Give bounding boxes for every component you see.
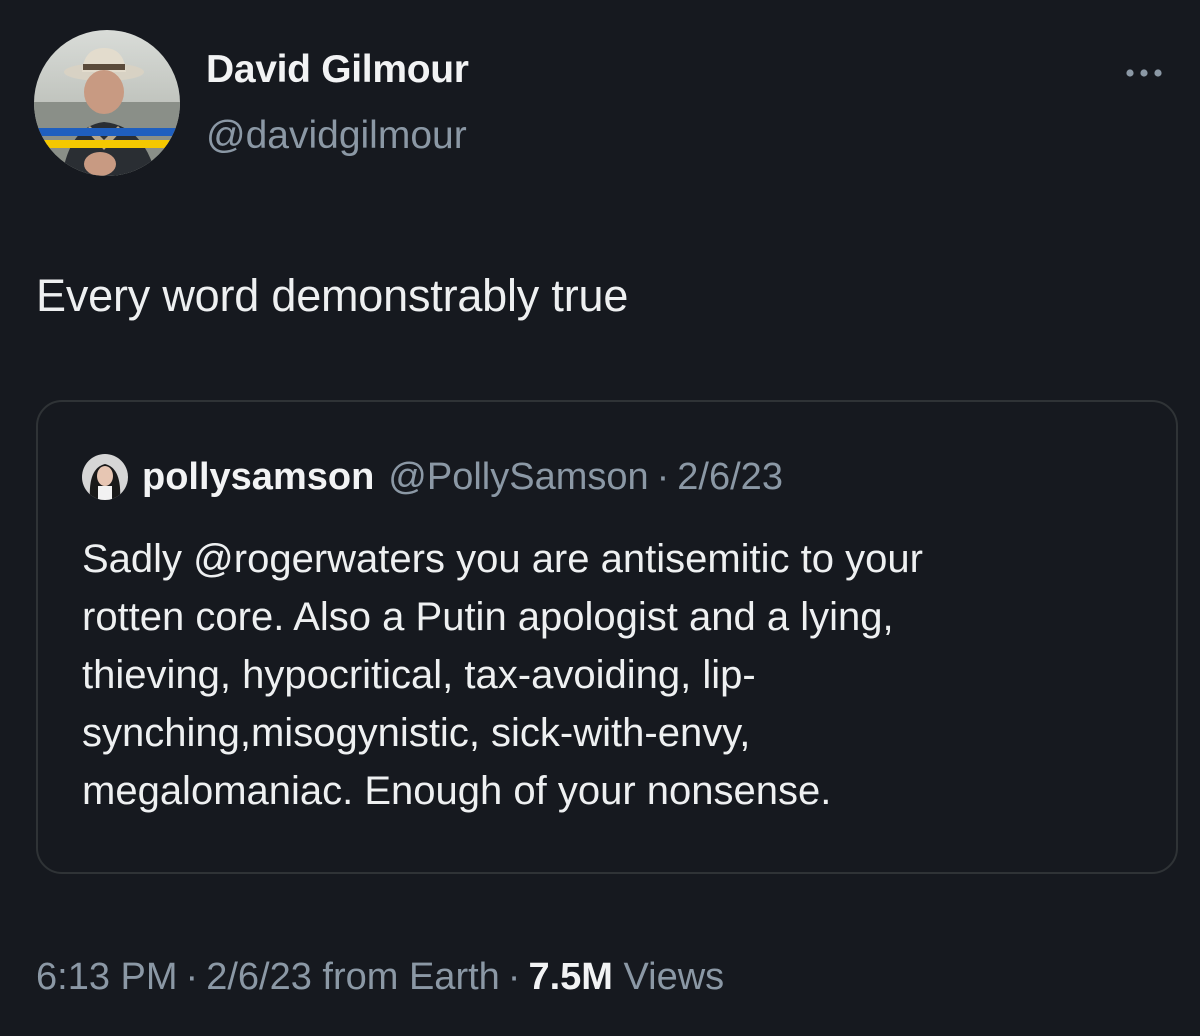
tweet-time[interactable]: 6:13 PM xyxy=(36,956,178,998)
separator-dot: · xyxy=(185,956,199,998)
tweet-meta: 6:13 PM · 2/6/23 from Earth · 7.5M Views xyxy=(36,956,724,999)
quoted-author-handle[interactable]: @PollySamson xyxy=(388,456,648,499)
more-options-button[interactable] xyxy=(1122,58,1166,88)
quoted-tweet-line: synching,misogynistic, sick-with-envy, xyxy=(82,711,751,755)
quoted-tweet-header: pollysamson @PollySamson · 2/6/23 xyxy=(82,452,783,502)
separator-dot: · xyxy=(656,455,670,498)
author-display-name[interactable]: David Gilmour xyxy=(206,48,469,92)
quoted-tweet-line: megalomaniac. Enough of your nonsense. xyxy=(82,769,832,813)
tweet-text: Every word demonstrably true xyxy=(36,270,629,321)
quoted-tweet-line: rotten core. Also a Putin apologist and … xyxy=(82,595,894,639)
quoted-author-display-name[interactable]: pollysamson xyxy=(142,456,374,499)
tweet-source: from Earth xyxy=(322,956,500,998)
quoted-author-avatar[interactable] xyxy=(82,454,128,500)
tweet-date[interactable]: 2/6/23 xyxy=(206,956,312,998)
author-avatar[interactable] xyxy=(34,30,180,176)
separator-dot: · xyxy=(507,956,521,998)
quoted-tweet-line: Sadly @rogerwaters you are antisemitic t… xyxy=(82,537,923,581)
tweet-container: David Gilmour @davidgilmour Every word d… xyxy=(0,0,1200,1036)
views-label[interactable]: Views xyxy=(624,956,725,998)
author-handle[interactable]: @davidgilmour xyxy=(206,114,467,158)
avatar-photo-icon xyxy=(82,454,128,500)
quoted-tweet-card[interactable]: pollysamson @PollySamson · 2/6/23 Sadly … xyxy=(36,400,1178,874)
more-horizontal-icon xyxy=(1126,69,1162,77)
quoted-tweet-text: Sadly @rogerwaters you are antisemitic t… xyxy=(82,530,1152,820)
quoted-tweet-date[interactable]: 2/6/23 xyxy=(677,456,783,499)
avatar-photo-icon xyxy=(34,30,180,176)
quoted-tweet-line: thieving, hypocritical, tax-avoiding, li… xyxy=(82,653,756,697)
views-count[interactable]: 7.5M xyxy=(528,956,612,998)
